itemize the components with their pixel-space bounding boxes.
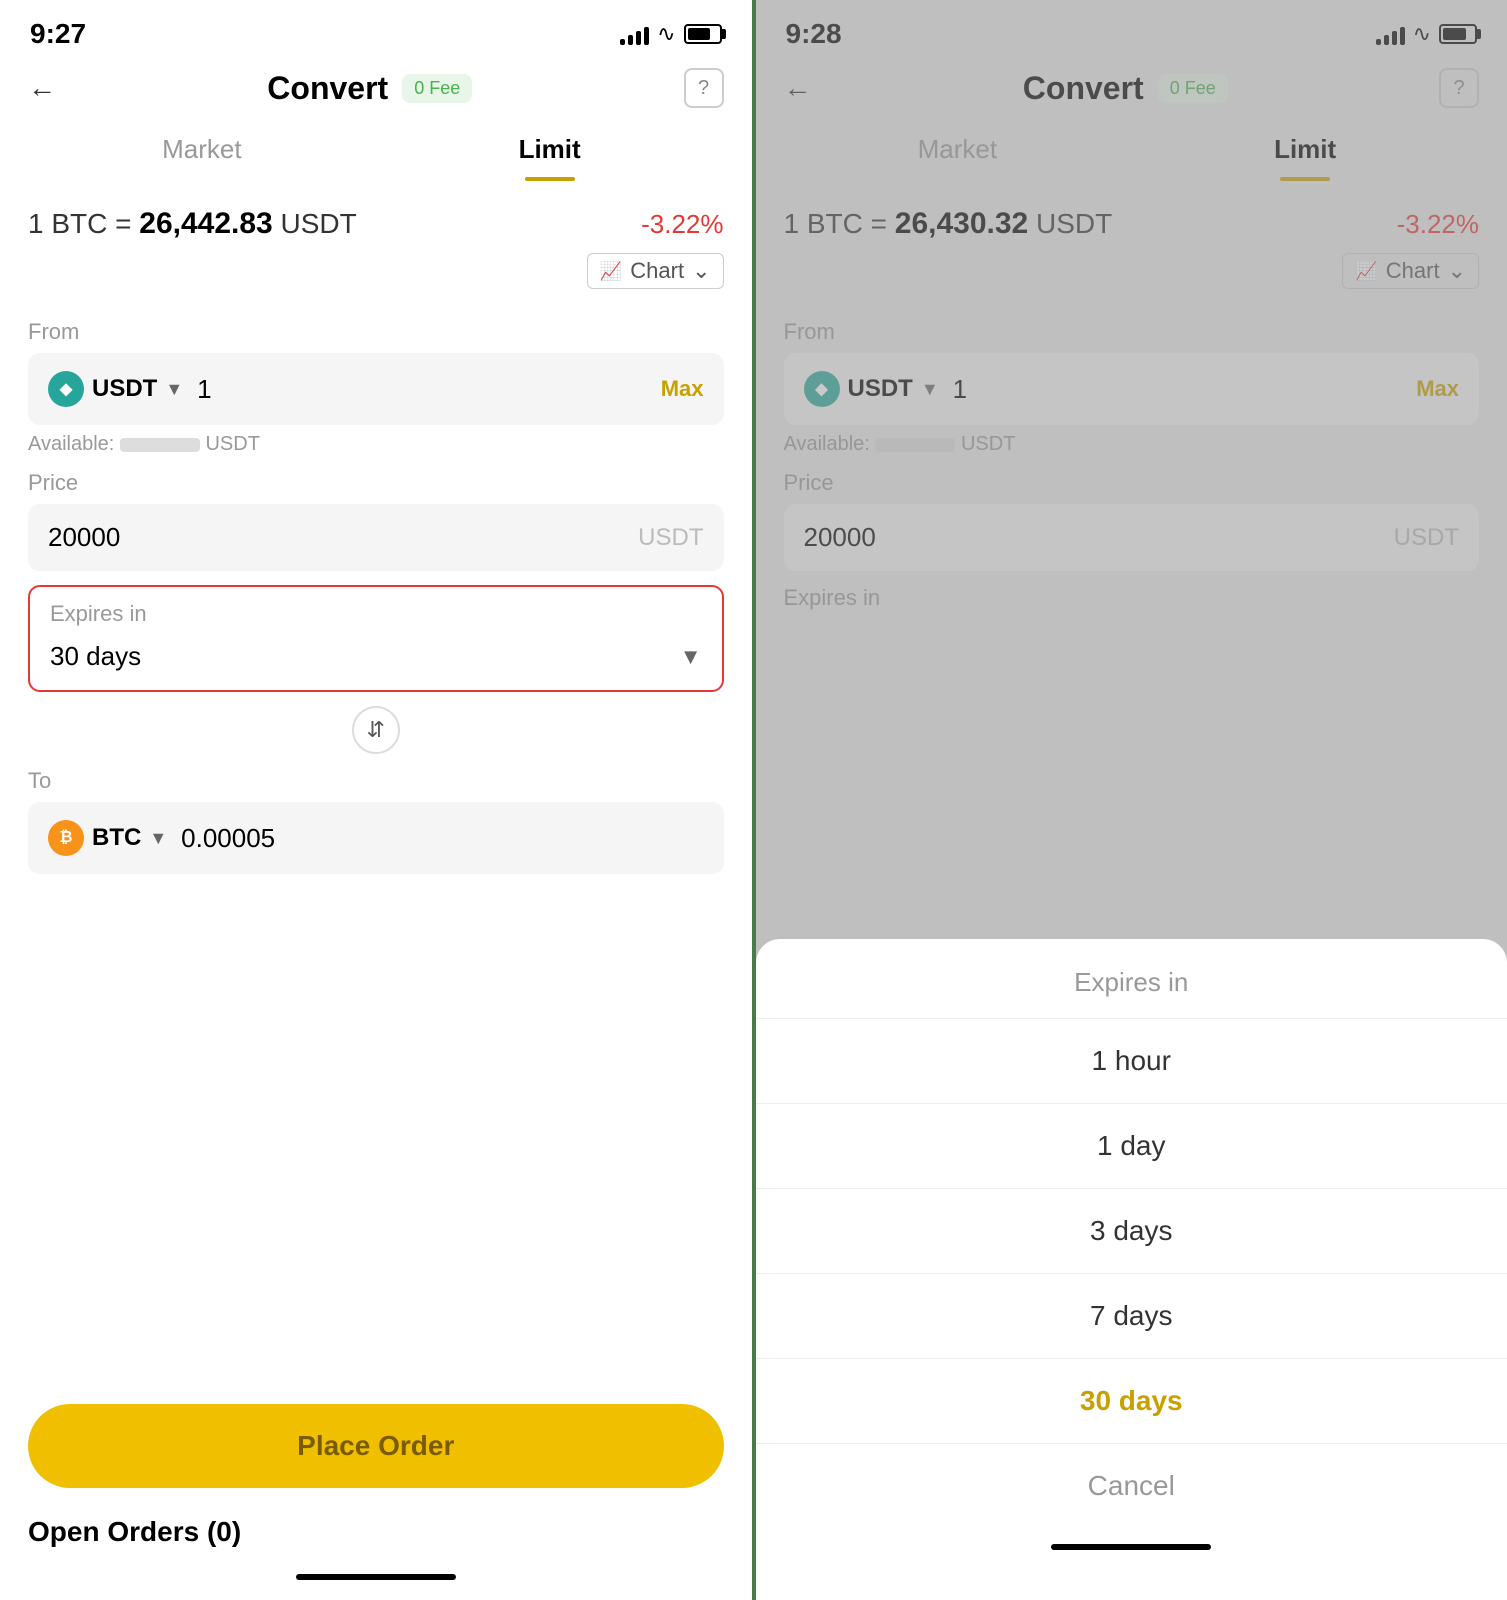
from-input-row-left: ◆ USDT ▼ Max [28,353,724,425]
available-text-left: Available: USDT [28,433,724,456]
back-button-left[interactable]: ← [28,72,56,104]
tabs-left: Market Limit [0,118,752,181]
expires-dropdown-sheet: Expires in 1 hour 1 day 3 days 7 days 30… [756,939,1507,1600]
form-body-left: From ◆ USDT ▼ Max Available: USDT Price … [0,305,752,1386]
signal-icon [620,23,649,45]
home-bar-right [1051,1544,1211,1550]
price-input-left[interactable] [48,522,383,553]
swap-row-left: ⇵ [28,706,724,754]
to-currency-name-left: BTC [92,824,141,852]
to-input-row-left: ₿ BTC ▼ [28,802,724,874]
open-orders-left: Open Orders (0) [0,1506,752,1558]
sheet-option-1day[interactable]: 1 day [756,1104,1507,1189]
available-label-left: Available: [28,433,114,455]
available-amount-left [120,438,200,452]
to-currency-selector-left[interactable]: ₿ BTC ▼ [48,820,167,856]
price-value-left: 26,442.83 [139,207,272,240]
from-currency-selector-left[interactable]: ◆ USDT ▼ [48,371,183,407]
right-content: 9:28 ∿ ← Conve [756,0,1507,1600]
expires-dropdown-left[interactable]: 30 days ▼ [30,627,722,690]
fee-badge-left: 0 Fee [402,74,472,103]
price-row-left: 1 BTC = 26,442.83 USDT -3.22% [0,191,752,249]
price-quote-left: USDT [281,208,357,239]
sheet-option-30days[interactable]: 30 days [756,1359,1507,1444]
available-unit-left: USDT [205,433,259,455]
sheet-option-7days[interactable]: 7 days [756,1274,1507,1359]
from-currency-name-left: USDT [92,375,157,403]
page-title-left: Convert [267,70,388,107]
battery-icon [684,24,722,44]
status-bar-left: 9:27 ∿ [0,0,752,58]
sheet-option-cancel[interactable]: Cancel [756,1444,1507,1528]
price-label-left: Price [28,470,724,496]
status-icons-left: ∿ [620,21,721,47]
max-button-left[interactable]: Max [661,376,704,402]
to-label-left: To [28,768,724,794]
home-indicator-right [756,1528,1507,1570]
tab-market-left[interactable]: Market [28,118,376,181]
to-amount-input-left[interactable] [181,823,703,854]
from-amount-input-left[interactable] [197,374,647,405]
from-label-left: From [28,319,724,345]
wifi-icon: ∿ [657,21,675,47]
swap-button-left[interactable]: ⇵ [352,706,400,754]
home-bar-left [296,1574,456,1580]
help-button-left[interactable]: ? [684,68,724,108]
expires-section-left: Expires in 30 days ▼ [28,585,724,692]
nav-bar-left: ← Convert 0 Fee ? [0,58,752,118]
chart-icon-left: 📈 [600,261,622,282]
chart-chevron-left: ⌄ [692,258,710,284]
nav-center-left: Convert 0 Fee [267,70,472,107]
price-change-left: -3.22% [641,209,723,240]
chart-row-left: 📈 Chart ⌄ [0,249,752,305]
usdt-icon-from-left: ◆ [48,371,84,407]
chart-button-left[interactable]: 📈 Chart ⌄ [587,253,724,289]
btc-icon-left: ₿ [48,820,84,856]
to-dropdown-arrow-left: ▼ [149,828,167,849]
home-indicator-left [0,1558,752,1600]
right-screen: 9:28 ∿ ← Conve [756,0,1507,1600]
price-display-left: 1 BTC = 26,442.83 USDT [28,207,357,241]
price-base-left: 1 BTC = [28,208,131,239]
sheet-title: Expires in [756,939,1507,1019]
place-order-button-left[interactable]: Place Order [28,1404,724,1488]
sheet-option-3days[interactable]: 3 days [756,1189,1507,1274]
price-unit-left: USDT [638,524,703,552]
sheet-option-1hour[interactable]: 1 hour [756,1019,1507,1104]
time-left: 9:27 [30,18,86,50]
expires-value-left: 30 days [50,641,141,672]
expires-label-left: Expires in [30,587,722,627]
tab-limit-left[interactable]: Limit [376,118,724,181]
chart-label-left: Chart [630,258,684,284]
expires-arrow-left: ▼ [680,644,702,670]
from-dropdown-arrow-left: ▼ [165,379,183,400]
price-input-row-left: USDT [28,504,724,571]
left-screen: 9:27 ∿ ← Convert 0 Fee ? Market Limit [0,0,756,1600]
